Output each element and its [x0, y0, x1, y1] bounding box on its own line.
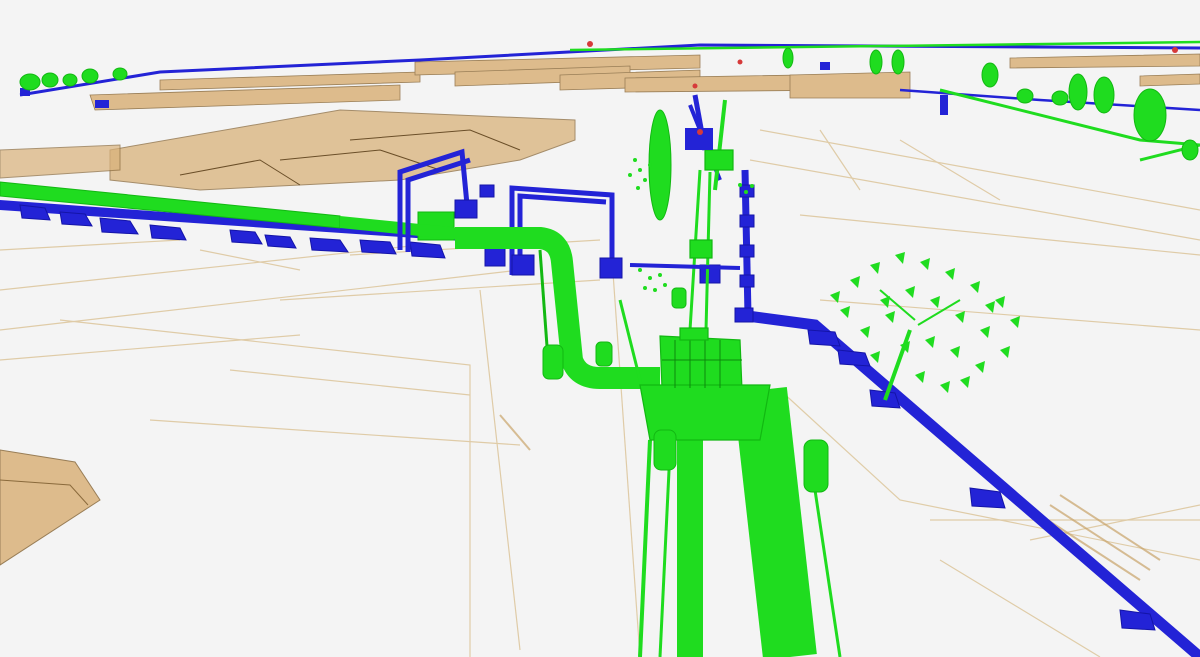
foreground-building-corner [0, 449, 101, 566]
large-leafy-tree [830, 252, 1020, 401]
speckled-shrubs [628, 158, 754, 292]
3d-scene-viewport[interactable] [0, 0, 1200, 657]
terrain-dark-lines [499, 414, 1161, 581]
distant-buildings [89, 53, 1200, 111]
pipeline-3d-scene[interactable] [0, 0, 1200, 657]
left-building-block [0, 109, 576, 191]
